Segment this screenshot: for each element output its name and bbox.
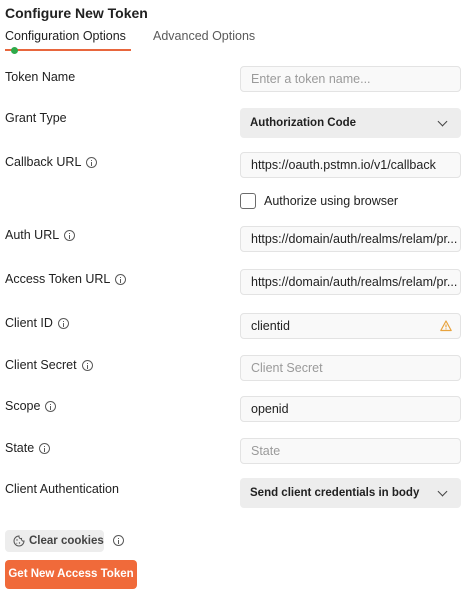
tab-label: Configuration Options <box>5 29 126 43</box>
info-icon[interactable] <box>45 400 57 412</box>
callback-url-input[interactable]: https://oauth.pstmn.io/v1/callback <box>240 152 461 178</box>
authorize-browser-label: Authorize using browser <box>264 194 399 208</box>
info-icon[interactable] <box>64 229 76 241</box>
clear-cookies-button[interactable]: Clear cookies <box>5 530 104 552</box>
info-icon[interactable] <box>81 359 93 371</box>
callback-url-label: Callback URL <box>5 155 98 169</box>
token-name-label: Token Name <box>5 70 76 84</box>
client-id-input[interactable]: clientid <box>240 313 461 339</box>
access-token-url-label: Access Token URL <box>5 272 127 286</box>
grant-type-select[interactable]: Authorization Code <box>240 108 461 138</box>
client-authentication-label: Client Authentication <box>5 482 119 496</box>
chevron-down-icon <box>437 486 448 497</box>
tab-configuration-options[interactable]: Configuration Options <box>5 29 131 54</box>
chevron-down-icon <box>437 116 448 127</box>
info-icon[interactable] <box>113 535 124 546</box>
state-label: State <box>5 441 51 455</box>
page-title: Configure New Token <box>5 5 148 21</box>
get-new-access-token-button[interactable]: Get New Access Token <box>5 560 137 589</box>
tab-advanced-options[interactable]: Advanced Options <box>153 29 255 51</box>
access-token-url-input[interactable]: https://domain/auth/realms/relam/pr... <box>240 269 461 295</box>
state-input[interactable]: State <box>240 438 461 464</box>
info-icon[interactable] <box>39 442 51 454</box>
client-authentication-select[interactable]: Send client credentials in body <box>240 478 461 508</box>
token-name-input[interactable]: Enter a token name... <box>240 66 461 92</box>
info-icon[interactable] <box>86 156 98 168</box>
tab-label: Advanced Options <box>153 29 256 43</box>
cookie-icon <box>13 535 25 547</box>
auth-url-label: Auth URL <box>5 228 76 242</box>
authorize-browser-checkbox[interactable] <box>240 193 256 209</box>
grant-type-label: Grant Type <box>5 111 67 125</box>
client-secret-input[interactable]: Client Secret <box>240 355 461 381</box>
scope-label: Scope <box>5 399 57 413</box>
status-dot-icon <box>11 47 18 54</box>
auth-url-input[interactable]: https://domain/auth/realms/relam/pr... <box>240 226 461 252</box>
client-id-label: Client ID <box>5 316 69 330</box>
info-icon[interactable] <box>115 273 127 285</box>
tab-bar: Configuration Options Advanced Options <box>5 29 461 54</box>
warning-icon[interactable] <box>440 320 452 332</box>
client-secret-label: Client Secret <box>5 358 93 372</box>
info-icon[interactable] <box>57 317 69 329</box>
scope-input[interactable]: openid <box>240 396 461 422</box>
